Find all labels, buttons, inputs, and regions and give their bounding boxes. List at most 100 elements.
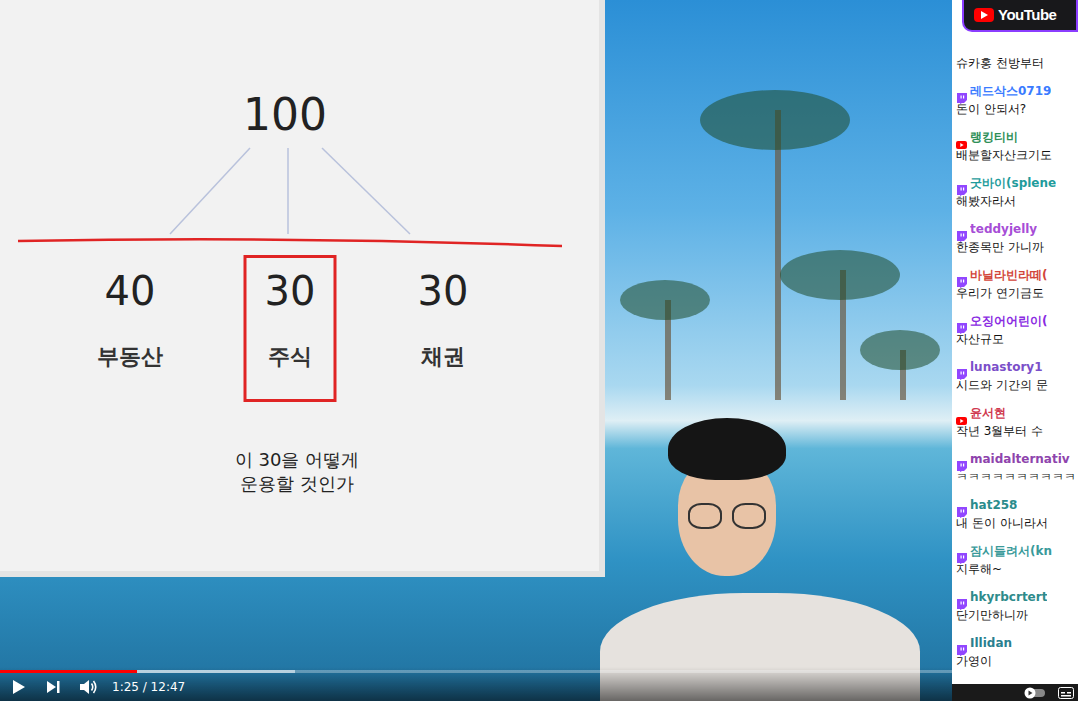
chat-username[interactable]: 레드삭스0719 bbox=[970, 82, 1051, 100]
branch-node: 30주식 bbox=[244, 255, 337, 402]
slide: 10040부동산30주식30채권이 30을 어떻게 운용할 것인가 bbox=[0, 0, 605, 577]
person-image bbox=[600, 418, 920, 701]
chat-text: 내 돈이 아니라서 bbox=[956, 514, 1076, 532]
chat-username[interactable]: maidalternativ bbox=[970, 450, 1070, 468]
palm-leaves bbox=[860, 330, 940, 370]
chat-username[interactable]: hat258 bbox=[970, 496, 1017, 514]
chat-message: 레드삭스0719돈이 안되서? bbox=[956, 82, 1076, 118]
twitch-icon bbox=[956, 362, 967, 373]
chat-username[interactable]: 랭킹티비 bbox=[970, 128, 1018, 146]
chat-username[interactable]: 오징어어린이( bbox=[970, 312, 1047, 330]
chat-message: 랭킹티비배분할자산크기도 bbox=[956, 128, 1076, 164]
time-display: 1:25 / 12:47 bbox=[112, 678, 185, 696]
chat-message: hkyrbcrtert단기만하니까 bbox=[956, 588, 1076, 624]
youtube-logo-icon bbox=[974, 8, 994, 22]
chat-text: 지루해~ bbox=[956, 560, 1076, 578]
glasses bbox=[732, 503, 766, 529]
chat-username[interactable]: 굿바이(splene bbox=[970, 174, 1056, 192]
controls-row: 1:25 / 12:47 bbox=[0, 673, 952, 701]
autoplay-toggle-icon[interactable] bbox=[1024, 687, 1046, 699]
twitch-icon bbox=[956, 185, 967, 196]
twitch-icon bbox=[956, 93, 967, 104]
player-controls: 1:25 / 12:47 bbox=[0, 667, 952, 701]
chat-text: 자산규모 bbox=[956, 330, 1076, 348]
twitch-icon bbox=[956, 454, 967, 465]
twitch-icon bbox=[956, 270, 967, 281]
chat-text: 우리가 연기금도 bbox=[956, 284, 1076, 302]
glasses bbox=[688, 503, 722, 529]
chat-username[interactable]: 윤서현 bbox=[970, 404, 1006, 422]
chat-user-row: Illidan bbox=[956, 634, 1076, 652]
twitch-icon bbox=[956, 553, 967, 564]
chat-text: 가영이 bbox=[956, 652, 1076, 670]
chat-list: 슈카홍 천방부터레드삭스0719돈이 안되서? 랭킹티비배분할자산크기도굿바이(s… bbox=[952, 32, 1078, 684]
chat-username[interactable]: 바닐라빈라떼( bbox=[970, 266, 1047, 284]
chat-header: YouTube bbox=[962, 0, 1078, 32]
volume-icon[interactable] bbox=[80, 679, 98, 695]
video-frame[interactable]: 10040부동산30주식30채권이 30을 어떻게 운용할 것인가YouTube… bbox=[0, 0, 1078, 701]
chat-message: hat258내 돈이 아니라서 bbox=[956, 496, 1076, 532]
youtube-icon bbox=[956, 139, 967, 150]
chat-message: 바닐라빈라떼(우리가 연기금도 bbox=[956, 266, 1076, 302]
twitch-icon bbox=[956, 369, 967, 380]
chat-message: maidalternativㅋㅋㅋㅋㅋㅋㅋㅋㅋㅋ bbox=[956, 450, 1076, 486]
chat-user-row: 랭킹티비 bbox=[956, 128, 1076, 146]
player-right-controls bbox=[952, 684, 1078, 701]
chat-message: teddyjelly한종목만 가니까 bbox=[956, 220, 1076, 256]
chat-user-row: maidalternativ bbox=[956, 450, 1076, 468]
chat-user-row: 굿바이(splene bbox=[956, 174, 1076, 192]
branch-value: 30 bbox=[418, 271, 469, 311]
volume-icon[interactable] bbox=[80, 679, 98, 695]
play-icon[interactable] bbox=[12, 679, 26, 695]
chat-message: 슈카홍 천방부터 bbox=[956, 54, 1076, 72]
progress-track[interactable] bbox=[0, 670, 952, 673]
chat-username[interactable]: lunastory1 bbox=[970, 358, 1043, 376]
chat-user-row: 레드삭스0719 bbox=[956, 82, 1076, 100]
root-value: 100 bbox=[243, 91, 327, 139]
chat-username[interactable]: teddyjelly bbox=[970, 220, 1037, 238]
youtube-icon bbox=[956, 132, 967, 143]
chat-message: 오징어어린이(자산규모 bbox=[956, 312, 1076, 348]
twitch-icon bbox=[956, 461, 967, 472]
chat-text: ㅋㅋㅋㅋㅋㅋㅋㅋㅋㅋ bbox=[956, 468, 1076, 486]
subtitles-icon[interactable] bbox=[1058, 687, 1074, 699]
chat-username[interactable]: 잠시들려서(kn bbox=[970, 542, 1052, 560]
next-icon[interactable] bbox=[46, 680, 60, 694]
twitch-icon bbox=[956, 638, 967, 649]
chat-user-row: lunastory1 bbox=[956, 358, 1076, 376]
branch-value: 30 bbox=[265, 271, 316, 311]
branch-node: 30 채권 bbox=[397, 255, 490, 402]
twitch-icon bbox=[956, 316, 967, 327]
chat-text: 단기만하니까 bbox=[956, 606, 1076, 624]
chat-username[interactable]: Illidan bbox=[970, 634, 1012, 652]
chat-user-row: 오징어어린이( bbox=[956, 312, 1076, 330]
youtube-icon bbox=[956, 408, 967, 419]
branch-value: 40 bbox=[105, 271, 156, 311]
twitch-icon bbox=[956, 86, 967, 97]
chat-text: 시드와 기간의 문 bbox=[956, 376, 1076, 394]
chat-username[interactable]: hkyrbcrtert bbox=[970, 588, 1047, 606]
twitch-icon bbox=[956, 178, 967, 189]
palm-trunk bbox=[775, 110, 781, 400]
branch-node: 40부동산 bbox=[84, 255, 177, 402]
twitch-icon bbox=[956, 546, 967, 557]
chat-user-row: 바닐라빈라떼( bbox=[956, 266, 1076, 284]
twitch-icon bbox=[956, 224, 967, 235]
twitch-icon bbox=[956, 507, 967, 518]
progress-fill bbox=[0, 670, 137, 673]
twitch-icon bbox=[956, 231, 967, 242]
chat-user-row: 잠시들려서(kn bbox=[956, 542, 1076, 560]
chat-text: 배분할자산크기도 bbox=[956, 146, 1076, 164]
next-icon[interactable] bbox=[46, 680, 60, 694]
palm-leaves bbox=[700, 90, 850, 150]
twitch-icon bbox=[956, 277, 967, 288]
subtitles-icon[interactable] bbox=[1058, 687, 1074, 699]
twitch-icon bbox=[956, 645, 967, 656]
chat-panel: YouTube 슈카홍 천방부터레드삭스0719돈이 안되서? 랭킹티비배분할자산크… bbox=[952, 0, 1078, 701]
play-icon[interactable] bbox=[12, 679, 26, 695]
autoplay-toggle-icon[interactable] bbox=[1024, 687, 1046, 699]
chat-message: 굿바이(splene해봤자라서 bbox=[956, 174, 1076, 210]
branch-label: 채권 bbox=[421, 344, 465, 370]
chat-user-row: hat258 bbox=[956, 496, 1076, 514]
chat-user-row: 윤서현 bbox=[956, 404, 1076, 422]
